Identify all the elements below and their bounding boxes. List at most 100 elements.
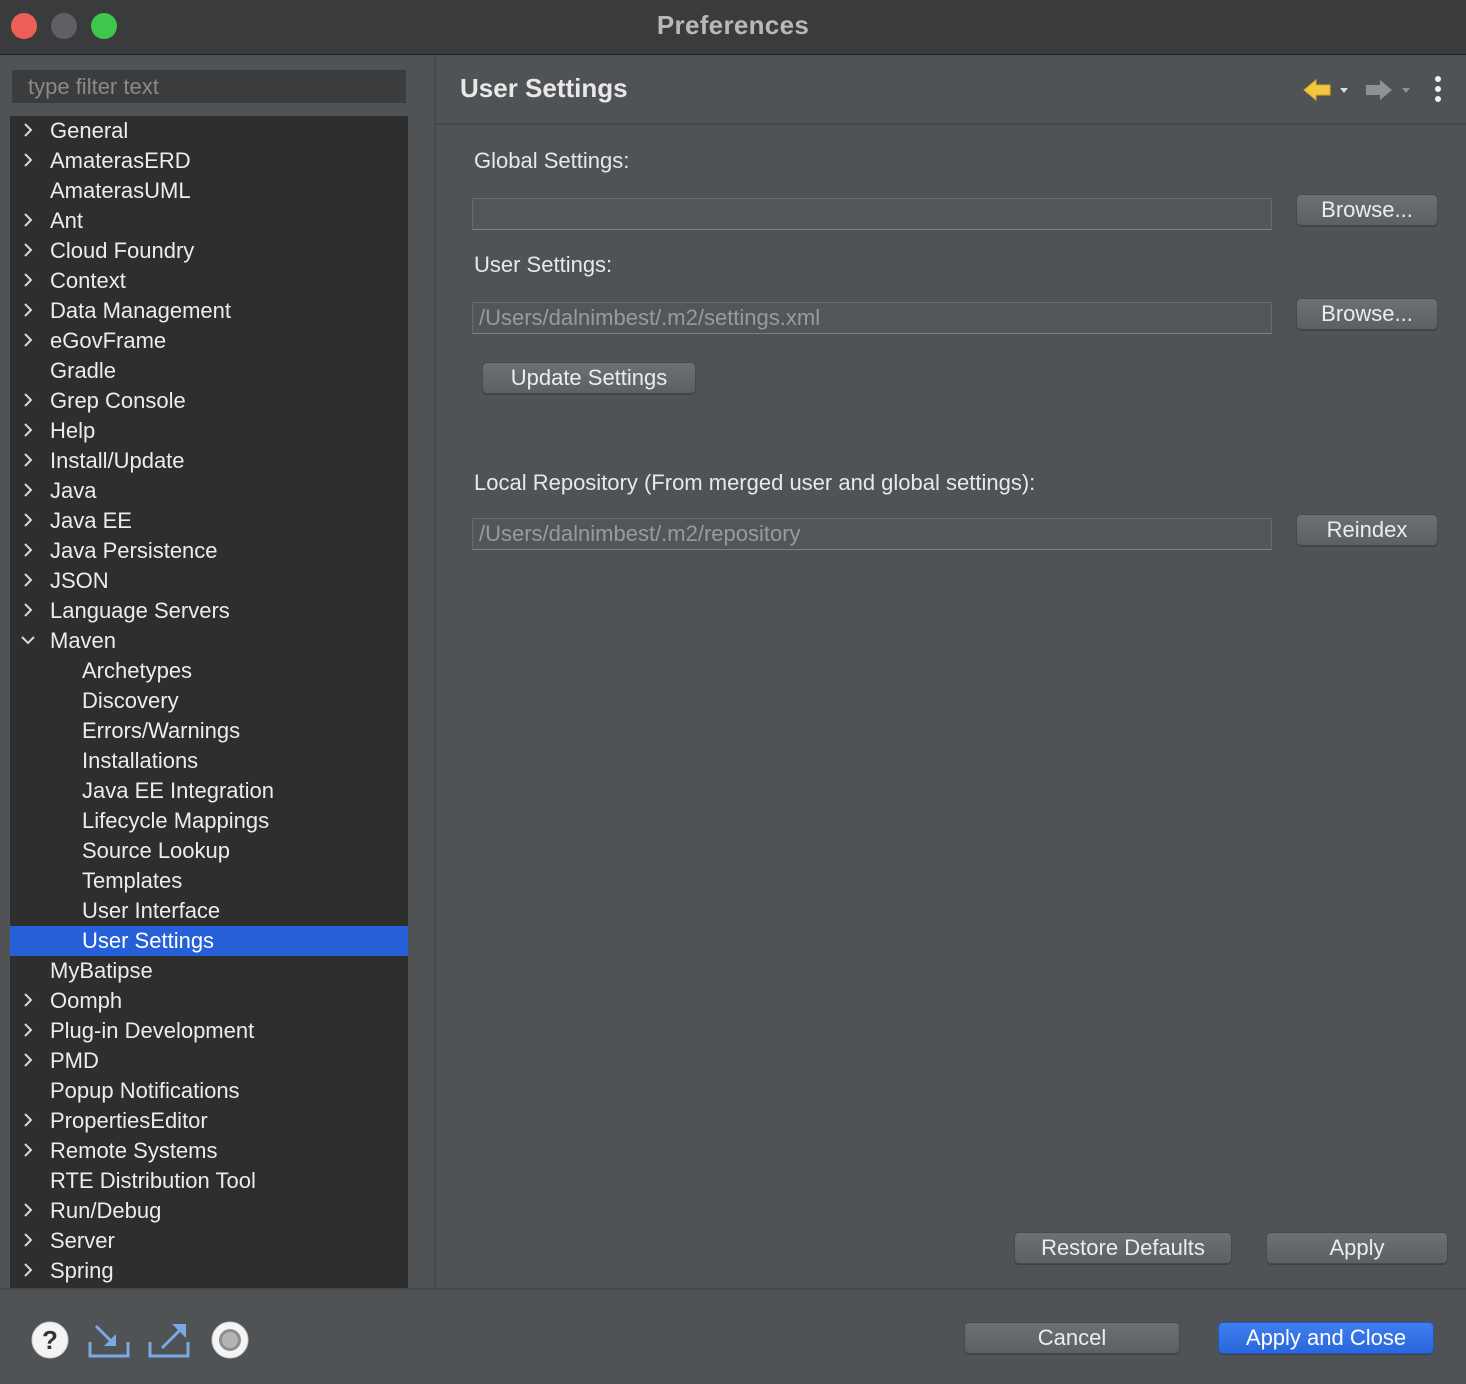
chevron-right-icon[interactable] [20,1016,36,1046]
tree-item[interactable]: Ant [10,206,408,236]
chevron-right-icon[interactable] [20,446,36,476]
export-icon[interactable] [148,1320,192,1360]
settings-record-icon[interactable] [210,1320,250,1360]
tree-item[interactable]: Cloud Foundry [10,236,408,266]
tree-item[interactable]: Source Lookup [10,836,408,866]
tree-item[interactable]: Archetypes [10,656,408,686]
chevron-right-icon[interactable] [20,506,36,536]
tree-item[interactable]: Remote Systems [10,1136,408,1166]
tree-item[interactable]: Context [10,266,408,296]
tree-item[interactable]: Server [10,1226,408,1256]
help-icon[interactable]: ? [30,1320,70,1360]
tree-item-label: Grep Console [50,388,186,413]
tree-item[interactable]: AmaterasERD [10,146,408,176]
tree-item[interactable]: RTE Distribution Tool [10,1166,408,1196]
chevron-right-icon[interactable] [20,566,36,596]
chevron-right-icon[interactable] [20,236,36,266]
tree-item-label: Java Persistence [50,538,218,563]
chevron-right-icon[interactable] [20,596,36,626]
chevron-right-icon[interactable] [20,1136,36,1166]
back-arrow-icon[interactable] [1302,75,1352,105]
restore-defaults-button[interactable]: Restore Defaults [1014,1232,1232,1264]
chevron-right-icon[interactable] [20,1226,36,1256]
global-settings-field[interactable] [472,198,1272,230]
chevron-right-icon[interactable] [20,386,36,416]
cancel-button[interactable]: Cancel [964,1322,1180,1354]
tree-item-label: Templates [82,868,183,893]
tree-item[interactable]: AmaterasUML [10,176,408,206]
chevron-right-icon[interactable] [20,1196,36,1226]
tree-item-label: JSON [50,568,109,593]
global-browse-button[interactable]: Browse... [1296,194,1438,226]
tree-item[interactable]: Discovery [10,686,408,716]
tree-item-label: General [50,118,129,143]
tree-item[interactable]: Maven [10,626,408,656]
tree-item[interactable]: General [10,116,408,146]
import-icon[interactable] [88,1320,132,1360]
chevron-right-icon[interactable] [20,326,36,356]
tree-item[interactable]: Java EE Integration [10,776,408,806]
chevron-right-icon[interactable] [20,116,36,146]
tree-item-label: Remote Systems [50,1138,218,1163]
tree-item[interactable]: User Interface [10,896,408,926]
tree-item[interactable]: Lifecycle Mappings [10,806,408,836]
tree-item[interactable]: Java Persistence [10,536,408,566]
chevron-down-icon[interactable] [20,626,36,656]
tree-item[interactable]: Grep Console [10,386,408,416]
chevron-right-icon[interactable] [20,536,36,566]
local-repository-label: Local Repository (From merged user and g… [474,470,1036,495]
chevron-right-icon[interactable] [20,416,36,446]
tree-item[interactable]: Plug-in Development [10,1016,408,1046]
reindex-button[interactable]: Reindex [1296,514,1438,546]
tree-item-label: PropertiesEditor [50,1108,208,1133]
local-repository-field[interactable]: /Users/dalnimbest/.m2/repository [472,518,1272,550]
tree-item[interactable]: JSON [10,566,408,596]
global-settings-label: Global Settings: [474,148,630,173]
tree-item-label: eGovFrame [50,328,167,353]
tree-item[interactable]: Gradle [10,356,408,386]
forward-arrow-icon[interactable] [1364,75,1414,105]
tree-item-label: AmaterasUML [50,178,191,203]
update-settings-button[interactable]: Update Settings [482,362,696,394]
chevron-right-icon[interactable] [20,296,36,326]
tree-item[interactable]: MyBatipse [10,956,408,986]
chevron-right-icon[interactable] [20,1106,36,1136]
tree-item[interactable]: Help [10,416,408,446]
tree-item[interactable]: Templates [10,866,408,896]
apply-and-close-button[interactable]: Apply and Close [1218,1322,1434,1354]
tree-item-label: Cloud Foundry [50,238,195,263]
tree-item[interactable]: Install/Update [10,446,408,476]
tree-item-label: PMD [50,1048,99,1073]
tree-item[interactable]: PropertiesEditor [10,1106,408,1136]
tree-item-label: Run/Debug [50,1198,162,1223]
view-menu-icon[interactable] [1428,75,1448,105]
chevron-right-icon[interactable] [20,206,36,236]
apply-button[interactable]: Apply [1266,1232,1448,1264]
chevron-right-icon[interactable] [20,1046,36,1076]
tree-item[interactable]: Language Servers [10,596,408,626]
chevron-right-icon[interactable] [20,476,36,506]
tree-item[interactable]: Oomph [10,986,408,1016]
tree-item[interactable]: Run/Debug [10,1196,408,1226]
tree-item[interactable]: Java EE [10,506,408,536]
tree-item-label: Popup Notifications [50,1078,240,1103]
tree-item[interactable]: Java [10,476,408,506]
tree-item[interactable]: eGovFrame [10,326,408,356]
tree-item[interactable]: User Settings [10,926,408,956]
chevron-right-icon[interactable] [20,986,36,1016]
filter-input[interactable] [12,70,406,103]
user-browse-button[interactable]: Browse... [1296,298,1438,330]
tree-item[interactable]: Errors/Warnings [10,716,408,746]
tree-item[interactable]: Installations [10,746,408,776]
tree-item[interactable]: PMD [10,1046,408,1076]
chevron-right-icon[interactable] [20,266,36,296]
title-bar: Preferences [0,0,1466,55]
chevron-right-icon[interactable] [20,1256,36,1286]
tree-item-label: Spring [50,1258,114,1283]
tree-item[interactable]: Spring [10,1256,408,1286]
user-settings-field[interactable]: /Users/dalnimbest/.m2/settings.xml [472,302,1272,334]
tree-item[interactable]: Data Management [10,296,408,326]
tree-item-label: Help [50,418,96,443]
chevron-right-icon[interactable] [20,146,36,176]
tree-item[interactable]: Popup Notifications [10,1076,408,1106]
